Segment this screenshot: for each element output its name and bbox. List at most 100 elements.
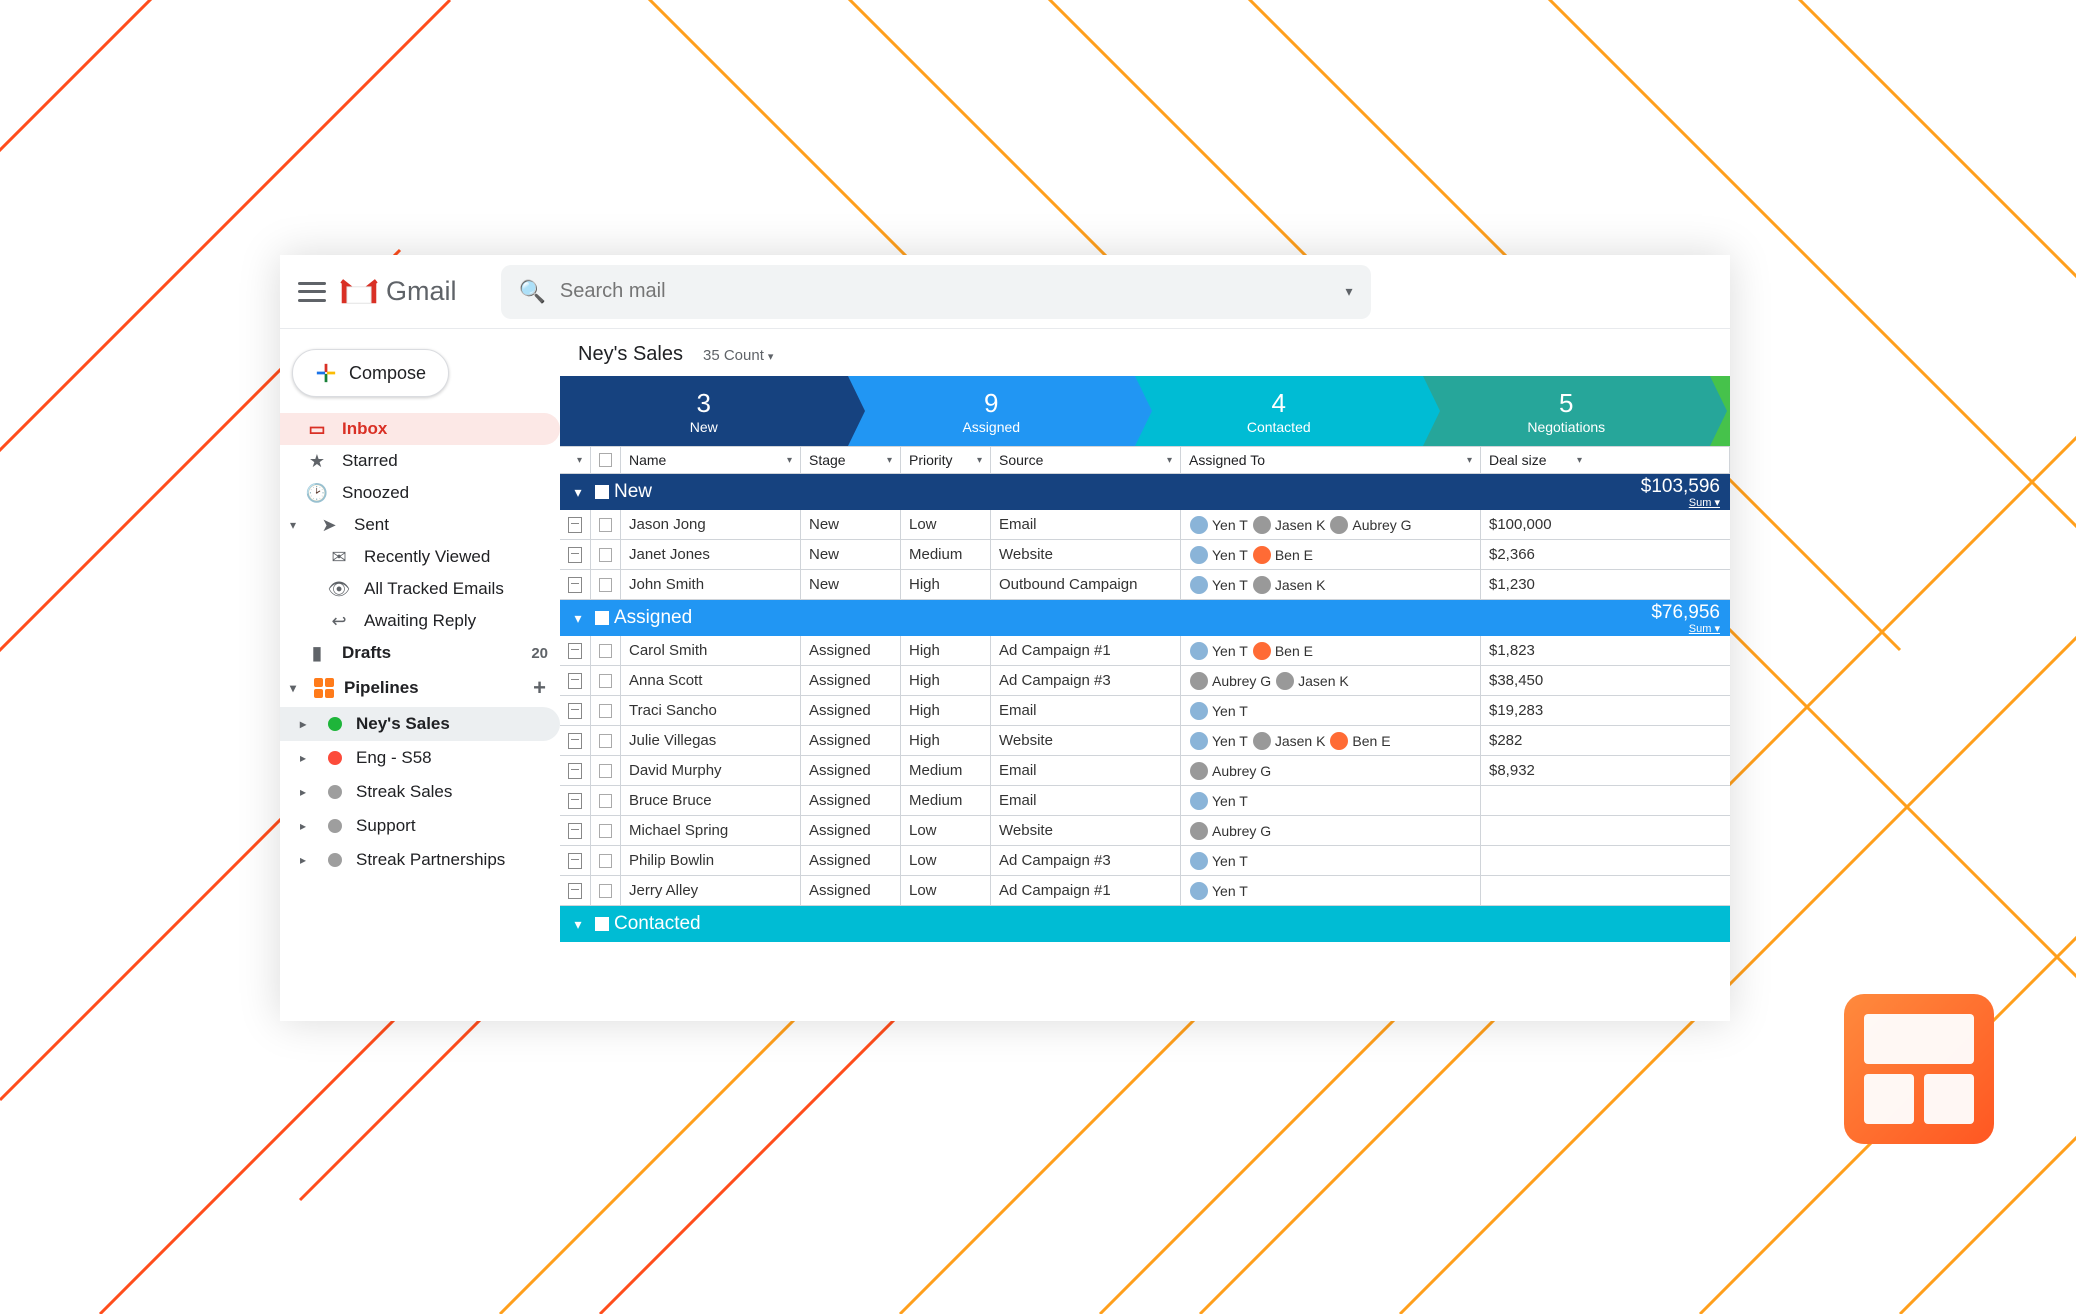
- table-row[interactable]: John Smith New High Outbound Campaign Ye…: [560, 570, 1730, 600]
- sidebar-item-recently-viewed[interactable]: ✉ Recently Viewed: [280, 541, 560, 573]
- cell-priority[interactable]: Medium: [900, 786, 990, 815]
- sidebar-item-inbox[interactable]: ▭ Inbox: [280, 413, 560, 445]
- group-header[interactable]: ▾ New $103,596Sum ▾: [560, 474, 1730, 510]
- row-icon[interactable]: [560, 756, 590, 785]
- chevron-right-icon[interactable]: ▸: [300, 853, 314, 867]
- cell-priority[interactable]: Low: [900, 876, 990, 905]
- add-pipeline-button[interactable]: +: [533, 675, 546, 701]
- cell-assigned[interactable]: Aubrey GJasen K: [1180, 666, 1480, 695]
- cell-assigned[interactable]: Aubrey G: [1180, 756, 1480, 785]
- cell-name[interactable]: Philip Bowlin: [620, 846, 800, 875]
- column-priority[interactable]: Priority▾: [900, 447, 990, 473]
- row-icon[interactable]: [560, 786, 590, 815]
- cell-stage[interactable]: Assigned: [800, 846, 900, 875]
- cell-stage[interactable]: New: [800, 570, 900, 599]
- stage-new[interactable]: 3 New: [560, 376, 848, 446]
- cell-assigned[interactable]: Aubrey G: [1180, 816, 1480, 845]
- cell-priority[interactable]: Low: [900, 846, 990, 875]
- sidebar-item-starred[interactable]: ★ Starred: [280, 445, 560, 477]
- cell-assigned[interactable]: Yen T: [1180, 846, 1480, 875]
- table-row[interactable]: Traci Sancho Assigned High Email Yen T $…: [560, 696, 1730, 726]
- cell-priority[interactable]: High: [900, 666, 990, 695]
- cell-priority[interactable]: High: [900, 636, 990, 665]
- cell-assigned[interactable]: Yen TJasen KBen E: [1180, 726, 1480, 755]
- cell-name[interactable]: Jason Jong: [620, 510, 800, 539]
- cell-priority[interactable]: High: [900, 726, 990, 755]
- column-source[interactable]: Source▾: [990, 447, 1180, 473]
- row-checkbox[interactable]: [599, 734, 612, 748]
- table-row[interactable]: Jerry Alley Assigned Low Ad Campaign #1 …: [560, 876, 1730, 906]
- cell-assigned[interactable]: Yen T: [1180, 876, 1480, 905]
- cell-name[interactable]: John Smith: [620, 570, 800, 599]
- pipeline-count[interactable]: 35 Count▾: [703, 347, 773, 364]
- table-row[interactable]: Julie Villegas Assigned High Website Yen…: [560, 726, 1730, 756]
- chevron-down-icon[interactable]: ▾: [566, 610, 590, 627]
- cell-deal-size[interactable]: $8,932: [1480, 756, 1590, 785]
- cell-assigned[interactable]: Yen TBen E: [1180, 540, 1480, 569]
- cell-source[interactable]: Email: [990, 696, 1180, 725]
- cell-name[interactable]: Jerry Alley: [620, 876, 800, 905]
- row-checkbox[interactable]: [599, 764, 612, 778]
- row-icon[interactable]: [560, 510, 590, 539]
- cell-stage[interactable]: Assigned: [800, 696, 900, 725]
- cell-stage[interactable]: Assigned: [800, 816, 900, 845]
- chevron-down-icon[interactable]: ▾: [290, 681, 304, 695]
- cell-assigned[interactable]: Yen T: [1180, 786, 1480, 815]
- row-icon[interactable]: [560, 540, 590, 569]
- row-icon[interactable]: [560, 816, 590, 845]
- pipeline-item[interactable]: ▸ Streak Sales: [280, 775, 560, 809]
- stage-negotiations[interactable]: 5 Negotiations: [1423, 376, 1711, 446]
- cell-stage[interactable]: Assigned: [800, 666, 900, 695]
- cell-stage[interactable]: Assigned: [800, 636, 900, 665]
- table-row[interactable]: Michael Spring Assigned Low Website Aubr…: [560, 816, 1730, 846]
- table-row[interactable]: Carol Smith Assigned High Ad Campaign #1…: [560, 636, 1730, 666]
- row-icon[interactable]: [560, 666, 590, 695]
- group-header[interactable]: ▾ Assigned $76,956Sum ▾: [560, 600, 1730, 636]
- sidebar-item-drafts[interactable]: ▮ Drafts 20: [280, 637, 560, 669]
- search-bar[interactable]: 🔍 ▾: [501, 265, 1371, 319]
- cell-deal-size[interactable]: $282: [1480, 726, 1590, 755]
- chevron-down-icon[interactable]: ▾: [290, 518, 304, 532]
- sidebar-item-snoozed[interactable]: 🕑 Snoozed: [280, 477, 560, 509]
- row-checkbox[interactable]: [599, 854, 612, 868]
- chevron-right-icon[interactable]: ▸: [300, 717, 314, 731]
- cell-priority[interactable]: High: [900, 696, 990, 725]
- table-row[interactable]: Jason Jong New Low Email Yen TJasen KAub…: [560, 510, 1730, 540]
- row-checkbox[interactable]: [599, 548, 612, 562]
- sum-dropdown[interactable]: Sum ▾: [1641, 498, 1720, 508]
- cell-deal-size[interactable]: [1480, 816, 1590, 845]
- cell-deal-size[interactable]: [1480, 786, 1590, 815]
- cell-assigned[interactable]: Yen TJasen KAubrey G: [1180, 510, 1480, 539]
- sidebar-item-tracked[interactable]: 👁 All Tracked Emails: [280, 573, 560, 605]
- cell-source[interactable]: Ad Campaign #3: [990, 666, 1180, 695]
- header-expand[interactable]: ▾: [560, 447, 590, 473]
- chevron-right-icon[interactable]: ▸: [300, 785, 314, 799]
- group-checkbox[interactable]: [595, 611, 609, 625]
- column-stage[interactable]: Stage▾: [800, 447, 900, 473]
- header-checkbox[interactable]: [590, 447, 620, 473]
- cell-stage[interactable]: Assigned: [800, 756, 900, 785]
- cell-assigned[interactable]: Yen T: [1180, 696, 1480, 725]
- cell-name[interactable]: Bruce Bruce: [620, 786, 800, 815]
- cell-source[interactable]: Website: [990, 726, 1180, 755]
- cell-source[interactable]: Ad Campaign #1: [990, 876, 1180, 905]
- pipeline-item[interactable]: ▸ Streak Partnerships: [280, 843, 560, 877]
- row-checkbox[interactable]: [599, 824, 612, 838]
- row-checkbox[interactable]: [599, 578, 612, 592]
- cell-deal-size[interactable]: $100,000: [1480, 510, 1590, 539]
- cell-source[interactable]: Email: [990, 786, 1180, 815]
- cell-deal-size[interactable]: [1480, 876, 1590, 905]
- column-assigned[interactable]: Assigned To▾: [1180, 447, 1480, 473]
- cell-stage[interactable]: New: [800, 540, 900, 569]
- cell-deal-size[interactable]: $1,230: [1480, 570, 1590, 599]
- cell-source[interactable]: Website: [990, 540, 1180, 569]
- row-icon[interactable]: [560, 726, 590, 755]
- row-icon[interactable]: [560, 846, 590, 875]
- column-name[interactable]: Name▾: [620, 447, 800, 473]
- cell-name[interactable]: Julie Villegas: [620, 726, 800, 755]
- sum-dropdown[interactable]: Sum ▾: [1651, 624, 1720, 634]
- row-checkbox[interactable]: [599, 704, 612, 718]
- cell-name[interactable]: Anna Scott: [620, 666, 800, 695]
- cell-deal-size[interactable]: $2,366: [1480, 540, 1590, 569]
- cell-source[interactable]: Outbound Campaign: [990, 570, 1180, 599]
